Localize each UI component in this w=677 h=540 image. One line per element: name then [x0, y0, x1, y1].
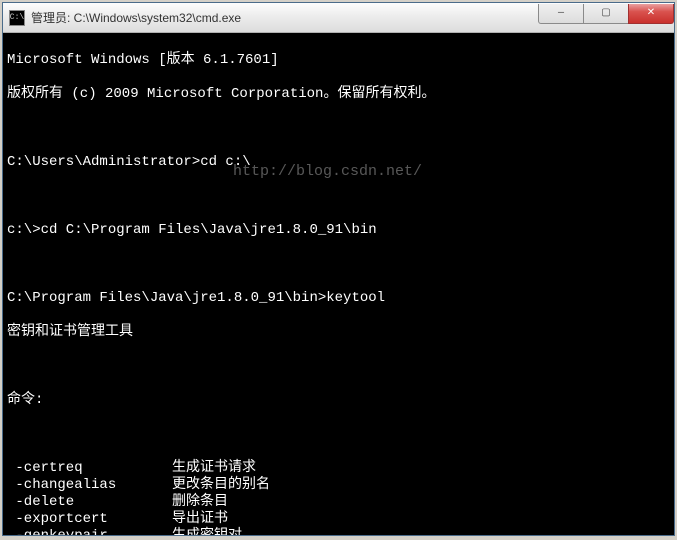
command-row: -changealias更改条目的别名: [7, 477, 670, 494]
tool-header: 密钥和证书管理工具: [7, 324, 670, 341]
command-row: -delete删除条目: [7, 494, 670, 511]
command-row: -exportcert导出证书: [7, 511, 670, 528]
command-description: 更改条目的别名: [172, 477, 270, 493]
prompt-line: c:\>cd C:\Program Files\Java\jre1.8.0_91…: [7, 222, 670, 239]
titlebar[interactable]: C:\ 管理员: C:\Windows\system32\cmd.exe — ▢…: [3, 3, 674, 33]
close-button[interactable]: ✕: [628, 4, 674, 24]
command-row: -certreq生成证书请求: [7, 460, 670, 477]
command-option: -exportcert: [7, 511, 172, 528]
minimize-button[interactable]: —: [538, 4, 584, 24]
command-option: -certreq: [7, 460, 172, 477]
console-output[interactable]: Microsoft Windows [版本 6.1.7601] 版权所有 (c)…: [3, 33, 674, 535]
command-description: 生成证书请求: [172, 460, 256, 476]
command-description: 导出证书: [172, 511, 228, 527]
window-controls: — ▢ ✕: [539, 4, 674, 24]
blank-line: [7, 256, 670, 273]
prompt-line: C:\Users\Administrator>cd c:\: [7, 154, 670, 171]
command-option: -delete: [7, 494, 172, 511]
command-option: -genkeypair: [7, 528, 172, 535]
window-title: 管理员: C:\Windows\system32\cmd.exe: [31, 9, 539, 26]
prompt-line: C:\Program Files\Java\jre1.8.0_91\bin>ke…: [7, 290, 670, 307]
cmd-window: C:\ 管理员: C:\Windows\system32\cmd.exe — ▢…: [2, 2, 675, 536]
app-icon: C:\: [9, 10, 25, 26]
blank-line: [7, 426, 670, 443]
blank-line: [7, 188, 670, 205]
command-row: -genkeypair生成密钥对: [7, 528, 670, 535]
command-description: 生成密钥对: [172, 528, 242, 535]
commands-list: -certreq生成证书请求 -changealias更改条目的别名 -dele…: [7, 460, 670, 535]
command-description: 删除条目: [172, 494, 228, 510]
version-line: Microsoft Windows [版本 6.1.7601]: [7, 52, 670, 69]
commands-label: 命令:: [7, 392, 670, 409]
copyright-line: 版权所有 (c) 2009 Microsoft Corporation。保留所有…: [7, 86, 670, 103]
blank-line: [7, 120, 670, 137]
command-option: -changealias: [7, 477, 172, 494]
maximize-button[interactable]: ▢: [583, 4, 629, 24]
blank-line: [7, 358, 670, 375]
